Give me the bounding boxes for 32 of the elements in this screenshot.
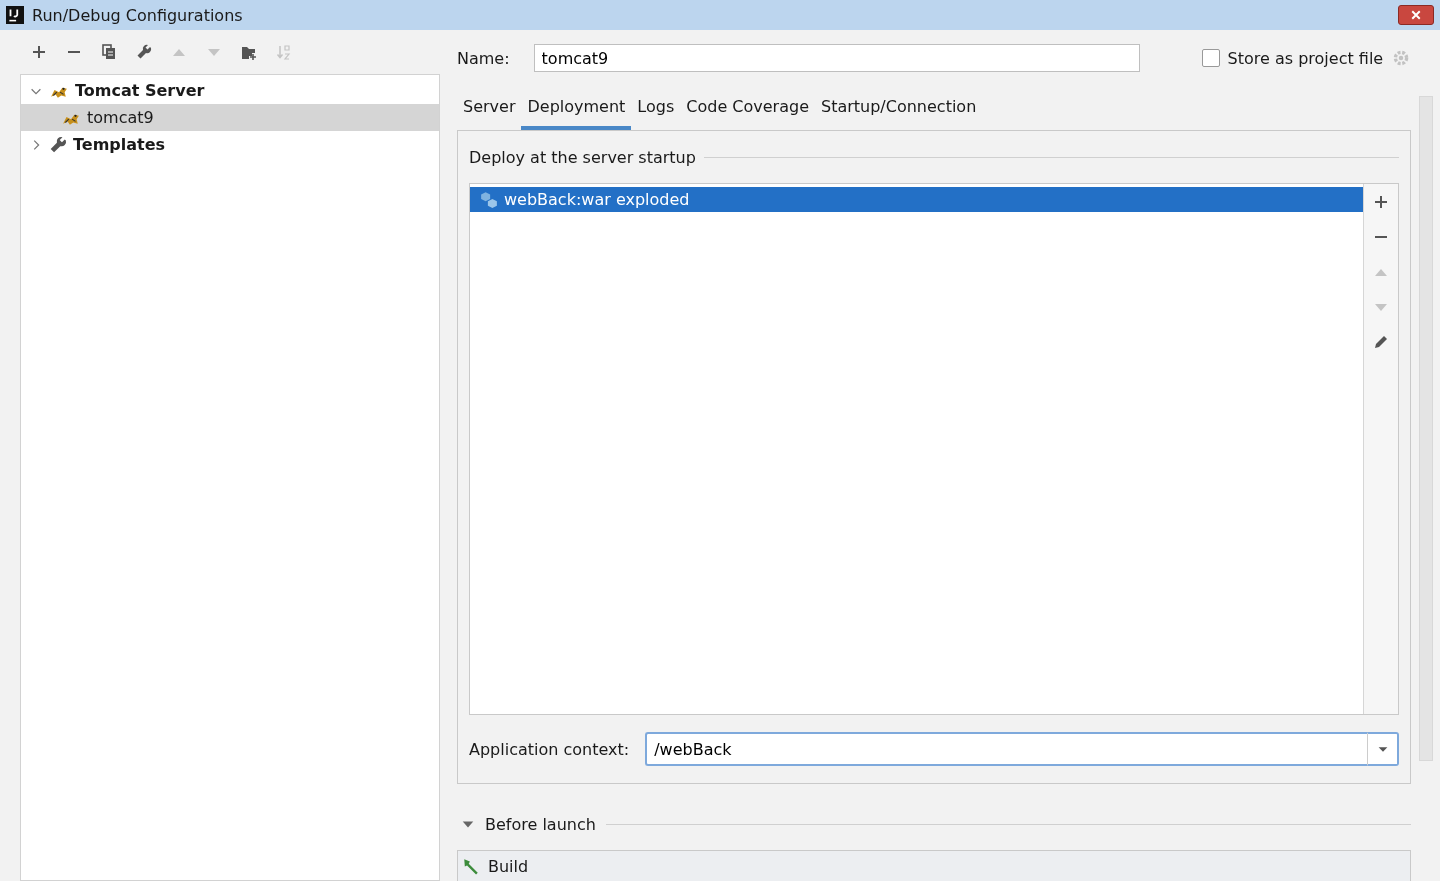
copy-icon bbox=[101, 44, 117, 60]
app-logo-icon bbox=[6, 6, 24, 24]
artifact-item[interactable]: webBack:war exploded bbox=[470, 187, 1363, 212]
add-icon bbox=[31, 44, 47, 60]
tree-item[interactable]: tomcat9 bbox=[21, 104, 439, 131]
task-item[interactable]: Build bbox=[458, 851, 1410, 881]
gear-icon bbox=[1392, 49, 1411, 67]
close-button[interactable] bbox=[1398, 5, 1434, 25]
window-title: Run/Debug Configurations bbox=[32, 5, 244, 25]
context-label: Application context: bbox=[469, 739, 630, 759]
folder-add-icon bbox=[241, 44, 257, 60]
tree-item[interactable]: Templates bbox=[21, 131, 439, 158]
tab[interactable]: Code Coverage bbox=[680, 86, 815, 130]
tab[interactable]: Deployment bbox=[521, 86, 632, 130]
scrollbar[interactable] bbox=[1419, 96, 1433, 761]
context-field[interactable]: /webBack bbox=[645, 732, 1367, 766]
name-label: Name: bbox=[457, 48, 510, 68]
tab[interactable]: Logs bbox=[631, 86, 681, 130]
sort-icon bbox=[276, 44, 292, 60]
wrench-icon bbox=[49, 135, 67, 154]
name-field[interactable]: tomcat9 bbox=[533, 44, 1140, 72]
close-icon bbox=[1410, 9, 1422, 21]
store-checkbox[interactable]: Store as project file bbox=[1201, 48, 1384, 68]
tab[interactable]: Server bbox=[457, 86, 522, 130]
section-title: Before launch bbox=[485, 814, 596, 834]
artifact-icon bbox=[480, 190, 498, 209]
pencil-icon bbox=[1373, 334, 1389, 350]
tab[interactable]: Startup/Connection bbox=[814, 86, 983, 130]
section-title: Deploy at the server startup bbox=[469, 147, 696, 167]
add-icon bbox=[1373, 194, 1389, 210]
wrench-icon bbox=[136, 44, 152, 60]
tree-item[interactable]: Tomcat Server bbox=[21, 77, 439, 104]
